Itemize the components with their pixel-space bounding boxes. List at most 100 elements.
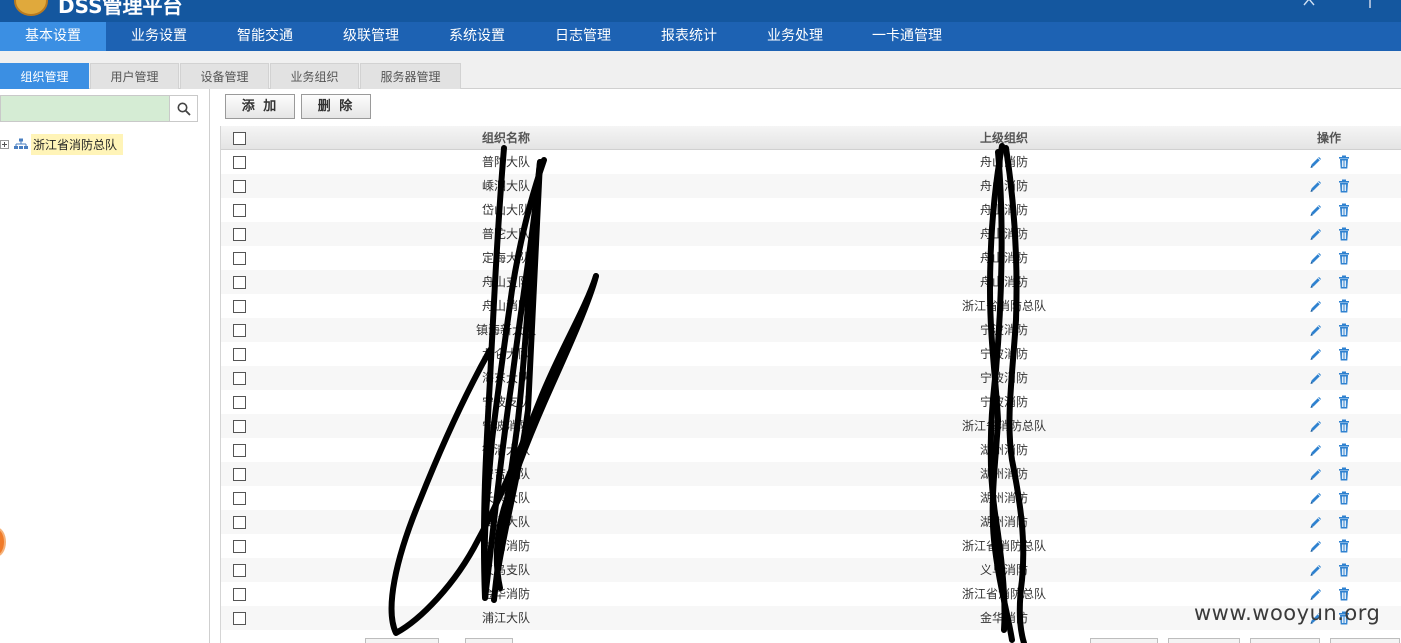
pencil-edit-icon[interactable] — [1308, 514, 1324, 530]
pencil-edit-icon[interactable] — [1308, 346, 1324, 362]
pager-prev[interactable] — [465, 638, 513, 643]
row-checkbox[interactable] — [233, 516, 246, 529]
trash-icon[interactable] — [1336, 418, 1352, 434]
row-checkbox[interactable] — [233, 564, 246, 577]
trash-icon[interactable] — [1336, 442, 1352, 458]
pencil-edit-icon[interactable] — [1308, 250, 1324, 266]
trash-icon[interactable] — [1336, 538, 1352, 554]
row-checkbox[interactable] — [233, 156, 246, 169]
table-row[interactable]: 舟山支队 舟山消防 — [221, 270, 1401, 294]
table-row[interactable]: 义乌支队 义乌消防 — [221, 558, 1401, 582]
pager-first[interactable] — [365, 638, 439, 643]
nav-business-settings[interactable]: 业务设置 — [106, 22, 212, 51]
pencil-edit-icon[interactable] — [1308, 562, 1324, 578]
trash-icon[interactable] — [1336, 562, 1352, 578]
table-row[interactable]: 嵊泗大队 舟山消防 — [221, 174, 1401, 198]
trash-icon[interactable] — [1336, 370, 1352, 386]
nav-smart-traffic[interactable]: 智能交通 — [212, 22, 318, 51]
pencil-edit-icon[interactable] — [1308, 202, 1324, 218]
trash-icon[interactable] — [1336, 250, 1352, 266]
nav-cascade-management[interactable]: 级联管理 — [318, 22, 424, 51]
trash-icon[interactable] — [1336, 202, 1352, 218]
nav-business-processing[interactable]: 业务处理 — [742, 22, 848, 51]
trash-icon[interactable] — [1336, 490, 1352, 506]
trash-icon[interactable] — [1336, 274, 1352, 290]
trash-icon[interactable] — [1336, 586, 1352, 602]
user-icon[interactable] — [1303, 0, 1315, 6]
pencil-edit-icon[interactable] — [1308, 178, 1324, 194]
pencil-edit-icon[interactable] — [1308, 226, 1324, 242]
row-checkbox[interactable] — [233, 492, 246, 505]
row-checkbox[interactable] — [233, 612, 246, 625]
pencil-edit-icon[interactable] — [1308, 154, 1324, 170]
pager-refresh[interactable] — [1250, 638, 1320, 643]
nav-report-statistics[interactable]: 报表统计 — [636, 22, 742, 51]
col-header-parent[interactable]: 上级组织 — [904, 126, 1104, 150]
table-row[interactable]: 镇海新大队 宁波消防 — [221, 318, 1401, 342]
table-row[interactable]: 海东大队 宁波消防 — [221, 366, 1401, 390]
trash-icon[interactable] — [1336, 394, 1352, 410]
nav-basic-settings[interactable]: 基本设置 — [0, 22, 106, 51]
table-row[interactable]: 普陀大队 舟山消防 — [221, 150, 1401, 174]
table-row[interactable]: 长兴大队 湖州消防 — [221, 486, 1401, 510]
nav-log-management[interactable]: 日志管理 — [530, 22, 636, 51]
nav-system-settings[interactable]: 系统设置 — [424, 22, 530, 51]
row-checkbox[interactable] — [233, 324, 246, 337]
table-row[interactable]: 德清大队 湖州消防 — [221, 438, 1401, 462]
tab-user-management[interactable]: 用户管理 — [90, 63, 179, 89]
col-header-name[interactable]: 组织名称 — [406, 126, 606, 150]
trash-icon[interactable] — [1336, 514, 1352, 530]
pencil-edit-icon[interactable] — [1308, 274, 1324, 290]
delete-button[interactable]: 删 除 — [301, 94, 371, 119]
pencil-edit-icon[interactable] — [1308, 370, 1324, 386]
trash-icon[interactable] — [1336, 226, 1352, 242]
trash-icon[interactable] — [1336, 154, 1352, 170]
row-checkbox[interactable] — [233, 228, 246, 241]
trash-icon[interactable] — [1336, 322, 1352, 338]
table-row[interactable]: 安吉大队 湖州消防 — [221, 462, 1401, 486]
pencil-edit-icon[interactable] — [1308, 394, 1324, 410]
table-row[interactable]: 湖州消防 浙江省消防总队 — [221, 534, 1401, 558]
pager-last[interactable] — [1168, 638, 1240, 643]
row-checkbox[interactable] — [233, 252, 246, 265]
add-button[interactable]: 添 加 — [225, 94, 295, 119]
tab-server-management[interactable]: 服务器管理 — [360, 63, 461, 89]
tree-root-node[interactable]: 浙江省消防总队 — [0, 133, 124, 155]
tab-org-management[interactable]: 组织管理 — [0, 63, 89, 89]
pencil-edit-icon[interactable] — [1308, 466, 1324, 482]
plus-expander-icon[interactable] — [0, 139, 9, 149]
floating-badge-icon[interactable] — [0, 527, 6, 557]
pencil-edit-icon[interactable] — [1308, 418, 1324, 434]
pencil-edit-icon[interactable] — [1308, 538, 1324, 554]
row-checkbox[interactable] — [233, 540, 246, 553]
trash-icon[interactable] — [1336, 466, 1352, 482]
row-checkbox[interactable] — [233, 468, 246, 481]
row-checkbox[interactable] — [233, 204, 246, 217]
table-row[interactable]: 吴兴大队 湖州消防 — [221, 510, 1401, 534]
row-checkbox[interactable] — [233, 420, 246, 433]
tree-search-input[interactable] — [1, 96, 169, 121]
row-checkbox[interactable] — [233, 396, 246, 409]
trash-icon[interactable] — [1336, 298, 1352, 314]
tab-device-management[interactable]: 设备管理 — [180, 63, 269, 89]
table-row[interactable]: 普陀大队 舟山消防 — [221, 222, 1401, 246]
table-row[interactable]: 宁波消防 浙江省消防总队 — [221, 414, 1401, 438]
pencil-edit-icon[interactable] — [1308, 322, 1324, 338]
row-checkbox[interactable] — [233, 348, 246, 361]
tree-root-label[interactable]: 浙江省消防总队 — [31, 133, 124, 155]
pencil-edit-icon[interactable] — [1308, 586, 1324, 602]
row-checkbox[interactable] — [233, 180, 246, 193]
row-checkbox[interactable] — [233, 444, 246, 457]
table-row[interactable]: 定海大队 舟山消防 — [221, 246, 1401, 270]
nav-card-management[interactable]: 一卡通管理 — [848, 22, 966, 51]
select-all-checkbox[interactable] — [233, 132, 246, 145]
pencil-edit-icon[interactable] — [1308, 442, 1324, 458]
row-checkbox[interactable] — [233, 300, 246, 313]
table-row[interactable]: 宁波支队 宁波消防 — [221, 390, 1401, 414]
row-checkbox[interactable] — [233, 276, 246, 289]
trash-icon[interactable] — [1336, 178, 1352, 194]
trash-icon[interactable] — [1336, 346, 1352, 362]
pencil-edit-icon[interactable] — [1308, 298, 1324, 314]
row-checkbox[interactable] — [233, 372, 246, 385]
table-row[interactable]: 岱山大队 舟山消防 — [221, 198, 1401, 222]
